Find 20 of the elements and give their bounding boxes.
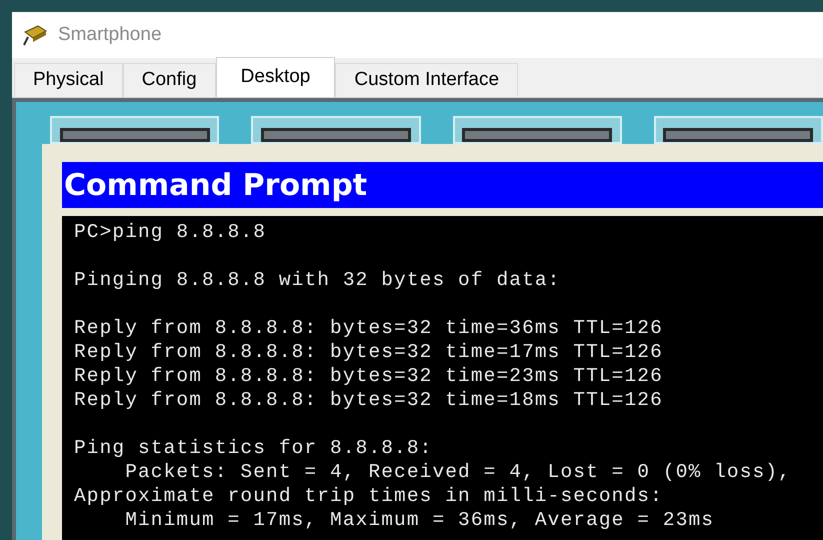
tab[interactable]: Desktop	[216, 57, 336, 97]
terminal-line: Reply from 8.8.8.8: bytes=32 time=18ms TTL=126	[74, 388, 663, 412]
tab[interactable]: Config	[122, 63, 216, 97]
terminal-line: Pinging 8.8.8.8 with 32 bytes of data:	[74, 268, 560, 292]
terminal-line: PC>ping 8.8.8.8	[74, 220, 266, 244]
prompt-title: Command Prompt	[64, 166, 368, 204]
terminal-line: Reply from 8.8.8.8: bytes=32 time=23ms TTL=126	[74, 364, 663, 388]
terminal-line: Ping statistics for 8.8.8.8:	[74, 436, 432, 460]
terminal-line: Approximate round trip times in milli-seconds:	[74, 484, 663, 508]
terminal-line: Reply from 8.8.8.8: bytes=32 time=17ms TTL=126	[74, 340, 663, 364]
app-icon[interactable]	[654, 116, 823, 144]
app-icon[interactable]	[50, 116, 220, 144]
window-title: Smartphone	[58, 22, 162, 47]
terminal-line: Reply from 8.8.8.8: bytes=32 time=36ms TTL=126	[74, 316, 663, 340]
tab[interactable]: Custom Interface	[335, 63, 518, 97]
terminal-line: Minimum = 17ms, Maximum = 36ms, Average = 23ms	[124, 508, 714, 532]
app-icon[interactable]	[251, 116, 420, 144]
app-icon[interactable]	[452, 116, 622, 144]
tab[interactable]: Physical	[14, 63, 123, 97]
terminal-line: Packets: Sent = 4, Received = 4, Lost = 0 (0% loss),	[124, 460, 791, 484]
